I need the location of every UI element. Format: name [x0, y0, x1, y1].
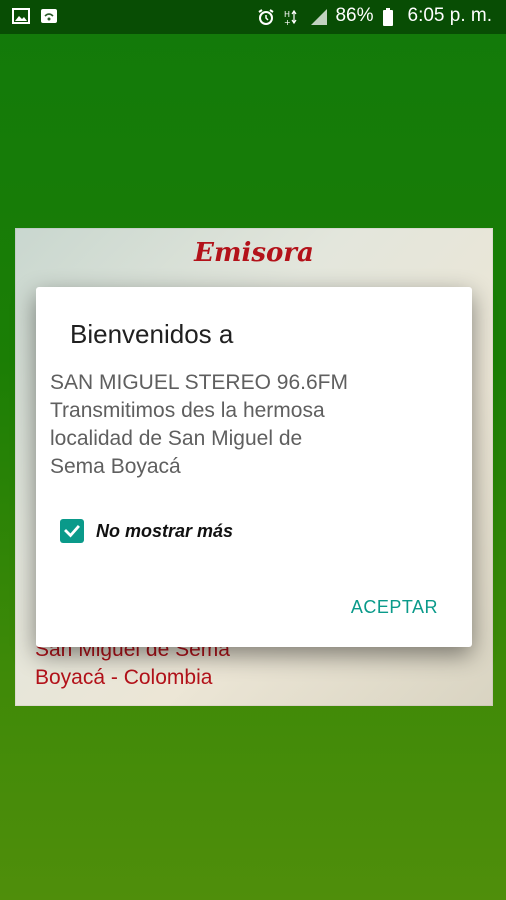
svg-text:+: + [284, 18, 291, 26]
wifi-square-icon [40, 8, 58, 24]
welcome-dialog: Bienvenidos a SAN MIGUEL STEREO 96.6FM T… [36, 287, 472, 647]
clock: 6:05 p. m. [407, 5, 493, 26]
dont-show-again-label[interactable]: No mostrar más [96, 521, 233, 542]
message-line: Sema Boyacá [50, 455, 181, 478]
network-type-icon: H + [283, 8, 301, 27]
dont-show-again-row[interactable]: No mostrar más [60, 519, 233, 543]
checkmark-icon [64, 525, 80, 538]
status-bar: H + 86% 6:05 p. m. [0, 0, 506, 34]
signal-icon [309, 8, 328, 25]
message-line: Transmitimos des la hermosa [50, 399, 325, 422]
alarm-icon [257, 8, 275, 25]
image-icon [12, 8, 30, 24]
dont-show-again-checkbox[interactable] [60, 519, 84, 543]
message-line: localidad de San Miguel de [50, 427, 303, 450]
accept-button[interactable]: ACEPTAR [351, 597, 438, 618]
dialog-message: SAN MIGUEL STEREO 96.6FM Transmitimos de… [50, 369, 450, 481]
battery-percent: 86% [335, 5, 374, 26]
battery-icon [382, 8, 400, 26]
dialog-title: Bienvenidos a [70, 319, 234, 349]
message-line: SAN MIGUEL STEREO 96.6FM [50, 371, 348, 394]
